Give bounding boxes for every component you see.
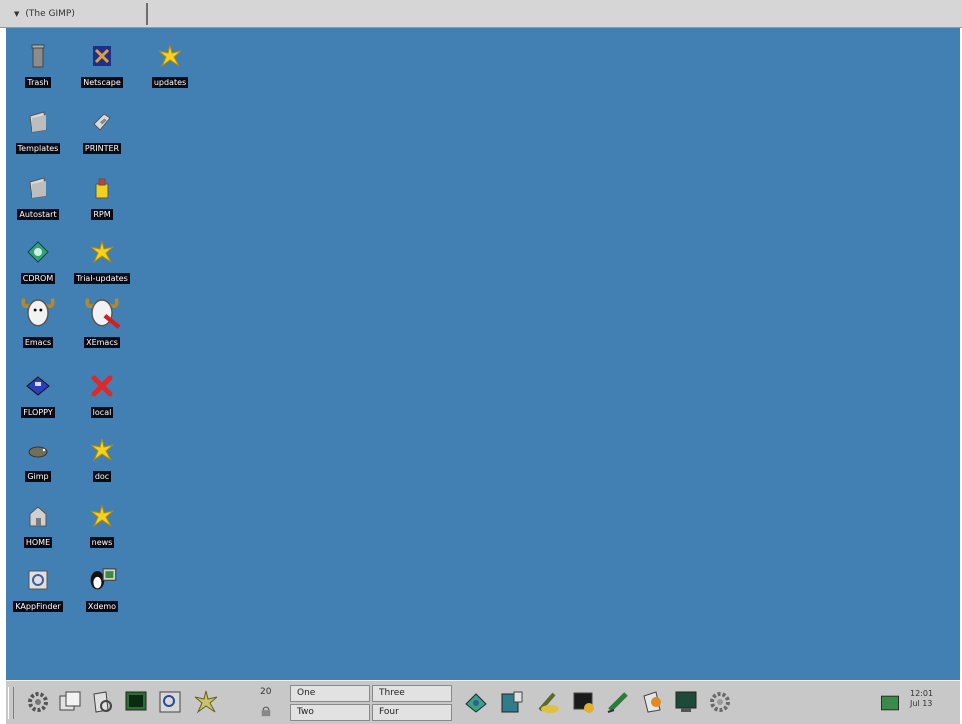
tray-network-icon[interactable]: [878, 691, 902, 715]
write-icon[interactable]: [604, 688, 632, 716]
desktop-icon-label: Emacs: [22, 337, 54, 348]
top-taskbar: ▼ (The GIMP): [0, 0, 962, 28]
trash-icon: [31, 44, 45, 68]
netscape-icon: [93, 46, 111, 66]
star-icon: [90, 438, 114, 462]
desktop-icon-label: FLOPPY: [21, 407, 55, 418]
kde-menu-gear-icon[interactable]: [24, 688, 52, 716]
floppy-icon: [26, 376, 50, 396]
desktop-four-button[interactable]: Four: [372, 704, 452, 721]
desktop-icon-floppy[interactable]: FLOPPY: [6, 372, 70, 419]
desktop-icon-templates[interactable]: Templates: [6, 108, 70, 155]
help-icon[interactable]: [638, 688, 666, 716]
terminal-icon[interactable]: [122, 688, 150, 716]
desktop-icon-label: XEmacs: [84, 337, 120, 348]
window-icon[interactable]: [570, 688, 598, 716]
menu-arrow-icon[interactable]: ▼: [14, 10, 19, 18]
clock-time: 12:01: [910, 689, 934, 698]
desktop-icon-label: PRINTER: [82, 143, 122, 154]
desktop-icon-label: local: [90, 407, 114, 418]
desktop-icon-label: CDROM: [20, 273, 56, 284]
appfinder-icon: [28, 570, 48, 590]
package-icon: [95, 178, 109, 199]
task-label: (The GIMP): [25, 9, 75, 19]
desktop-icon-trial-updates[interactable]: Trial-updates: [70, 238, 134, 285]
desktop-icon-kappfinder[interactable]: KAppFinder: [6, 566, 70, 613]
desktop-icon-updates[interactable]: updates: [138, 42, 202, 89]
network-icon[interactable]: [462, 688, 490, 716]
lock-icon[interactable]: [260, 705, 272, 717]
task-button-gimp[interactable]: ▼ (The GIMP): [4, 3, 148, 25]
desktop-icon-label: Netscape: [81, 77, 123, 88]
gnu-icon: [85, 298, 121, 329]
editor-icon[interactable]: [498, 688, 526, 716]
desktop-icon-local[interactable]: local: [70, 372, 134, 419]
desktop-icon-home[interactable]: HOME: [6, 502, 70, 549]
gimp-icon: [28, 446, 48, 458]
desktop-icon-label: Gimp: [25, 471, 51, 482]
desktop-background: Trash Templates Autostart CDROM Emacs FL…: [6, 28, 960, 680]
monitor-icon[interactable]: [672, 688, 700, 716]
desktop-icon-emacs[interactable]: Emacs: [6, 290, 70, 349]
file-manager-icon[interactable]: [88, 688, 116, 716]
desktop-icon-xemacs[interactable]: XEmacs: [70, 290, 134, 349]
desktop-icon-doc[interactable]: doc: [70, 436, 134, 483]
clock[interactable]: 12:01 Jul 13: [910, 689, 950, 709]
desktop-icon-label: Trash: [25, 77, 51, 88]
desktop-icon-label: KAppFinder: [13, 601, 63, 612]
settings-gear-icon[interactable]: [706, 688, 734, 716]
desktop-icon-printer[interactable]: PRINTER: [70, 108, 134, 155]
panel-handle[interactable]: [8, 687, 14, 719]
paint-icon[interactable]: [534, 688, 562, 716]
window-list-icon[interactable]: [56, 688, 84, 716]
desktop-icon-rpm[interactable]: RPM: [70, 174, 134, 221]
search-icon[interactable]: [156, 688, 184, 716]
desktop-icon-trash[interactable]: Trash: [6, 42, 70, 89]
star-icon: [90, 504, 114, 528]
bottom-panel: 20 One Two Three Four 12:01 Jul 13: [6, 680, 960, 724]
desktop-icon-label: news: [89, 537, 115, 548]
desktop-icon-label: updates: [151, 77, 189, 88]
desktop-icon-label: Autostart: [17, 209, 59, 220]
pager-number: 20: [260, 687, 272, 697]
clock-date: Jul 13: [910, 699, 933, 708]
folder-icon: [29, 111, 47, 133]
desktop-icon-netscape[interactable]: Netscape: [70, 42, 134, 89]
desktop-icon-gimp[interactable]: Gimp: [6, 436, 70, 483]
desktop-icon-label: HOME: [23, 537, 53, 548]
gnu-icon: [21, 298, 55, 327]
desktop-pager: 20 One Two Three Four: [260, 685, 456, 723]
home-icon: [29, 506, 47, 527]
desktop-icon-cdrom[interactable]: CDROM: [6, 238, 70, 285]
desktop-icon-news[interactable]: news: [70, 502, 134, 549]
desktop-icon-label: doc: [92, 471, 112, 482]
tux-icon: [90, 568, 117, 590]
desktop-icon-label: Templates: [15, 143, 61, 154]
desktop-icon-label: RPM: [91, 209, 113, 220]
desktop-icon-label: Trial-updates: [74, 273, 130, 284]
desktop-icon-autostart[interactable]: Autostart: [6, 174, 70, 221]
desktop-icon-label: Xdemo: [85, 601, 119, 612]
desktop-two-button[interactable]: Two: [290, 704, 370, 721]
control-center-icon[interactable]: [192, 688, 220, 716]
x-icon: [91, 375, 113, 397]
desktop-icon-xdemo[interactable]: Xdemo: [70, 562, 134, 613]
star-icon: [158, 44, 182, 68]
desktop-one-button[interactable]: One: [290, 685, 370, 702]
cdrom-icon: [27, 241, 49, 263]
desktop-three-button[interactable]: Three: [372, 685, 452, 702]
star-icon: [90, 240, 114, 264]
printer-icon: [93, 113, 111, 131]
folder-icon: [29, 177, 47, 199]
